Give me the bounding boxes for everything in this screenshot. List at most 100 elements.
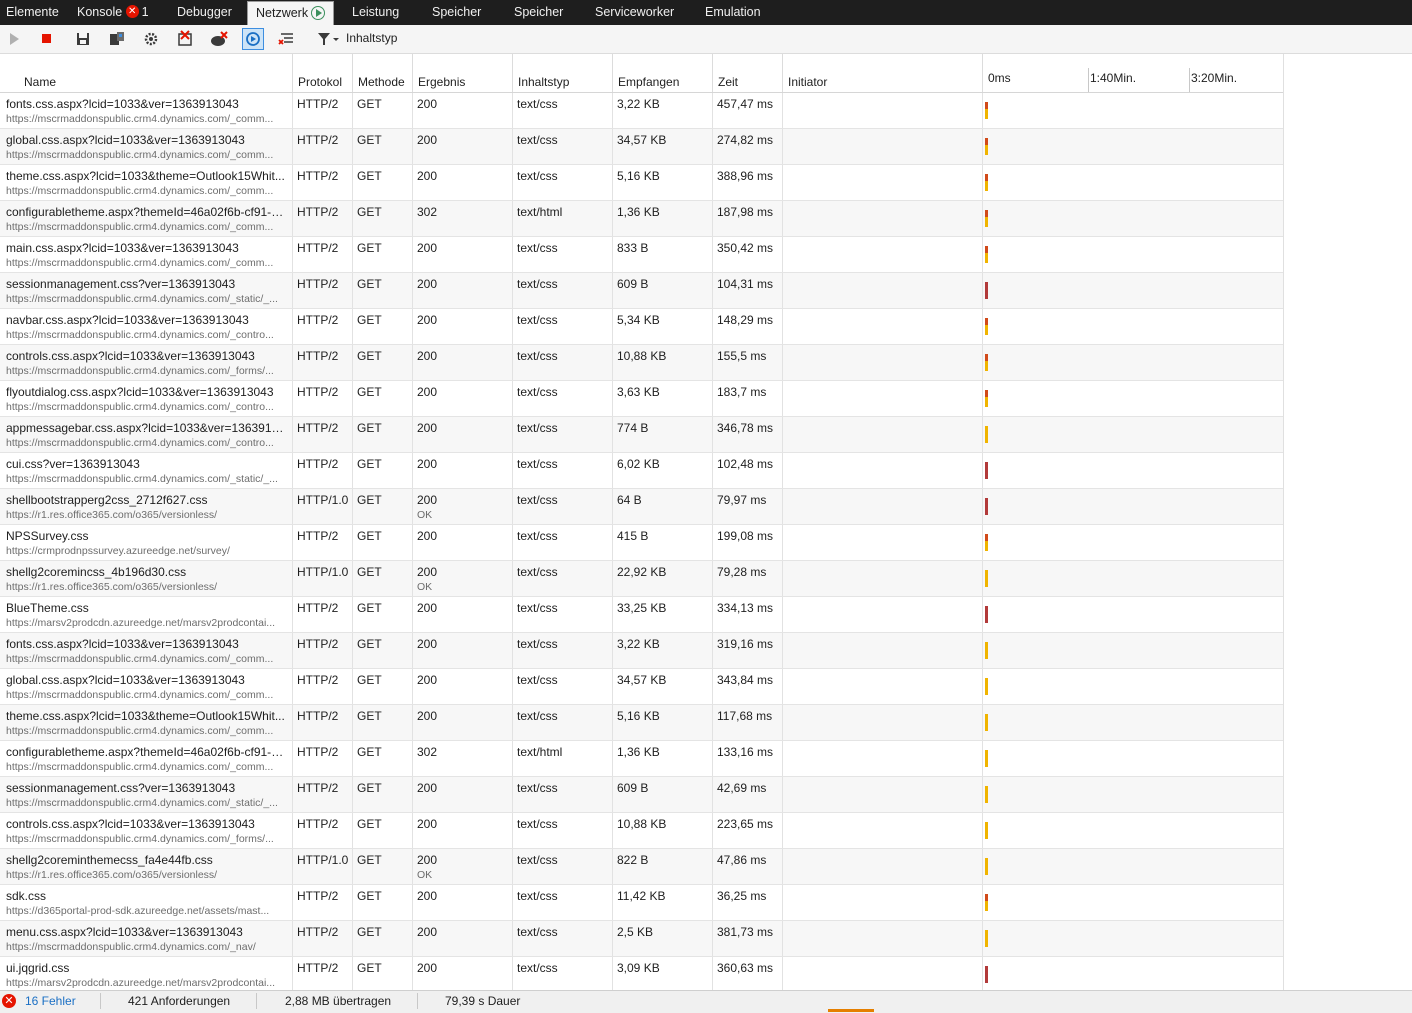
tab-leistung[interactable]: Leistung bbox=[352, 0, 399, 25]
column-header-name[interactable]: Name bbox=[0, 54, 293, 92]
table-row[interactable]: navbar.css.aspx?lcid=1033&ver=1363913043… bbox=[0, 309, 1283, 345]
table-row[interactable]: controls.css.aspx?lcid=1033&ver=13639130… bbox=[0, 813, 1283, 849]
request-name: NPSSurvey.css bbox=[6, 529, 89, 543]
table-row[interactable]: cui.css?ver=1363913043 https://mscrmaddon… bbox=[0, 453, 1283, 489]
error-count-link[interactable]: 16 Fehler bbox=[25, 994, 76, 1008]
status-code: 200 bbox=[417, 133, 438, 147]
filter-funnel-icon[interactable] bbox=[314, 28, 342, 50]
table-row[interactable]: sessionmanagement.css?ver=1363913043 http… bbox=[0, 777, 1283, 813]
cell-name: cui.css?ver=1363913043 https://mscrmaddon… bbox=[0, 453, 293, 488]
request-url: https://marsv2prodcdn.azureedge.net/mars… bbox=[6, 977, 276, 989]
cell-received: 10,88 KB bbox=[613, 813, 713, 848]
tab-netzwerk[interactable]: Netzwerk bbox=[247, 1, 335, 25]
request-name: ui.jqgrid.css bbox=[6, 961, 70, 975]
table-row[interactable]: configurabletheme.aspx?themeId=46a02f6b-… bbox=[0, 201, 1283, 237]
always-refresh-from-server-icon[interactable] bbox=[242, 28, 264, 50]
table-row[interactable]: BlueTheme.css https://marsv2prodcdn.azure… bbox=[0, 597, 1283, 633]
cell-timeline bbox=[983, 165, 1283, 200]
play-icon[interactable] bbox=[3, 28, 25, 50]
status-code: 200 bbox=[417, 493, 438, 507]
table-row[interactable]: ui.jqgrid.css https://marsv2prodcdn.azure… bbox=[0, 957, 1283, 990]
request-url: https://crmprodnpssurvey.azureedge.net/s… bbox=[6, 545, 230, 557]
cell-protocol: HTTP/2 bbox=[293, 669, 353, 704]
request-url: https://mscrmaddonspublic.crm4.dynamics.… bbox=[6, 653, 274, 665]
column-header-content-type[interactable]: Inhaltstyp bbox=[513, 54, 613, 92]
tab-konsole[interactable]: Konsole ✕ 1 bbox=[77, 0, 149, 25]
request-url: https://mscrmaddonspublic.crm4.dynamics.… bbox=[6, 149, 274, 161]
settings-gear-icon[interactable] bbox=[140, 28, 162, 50]
cell-initiator bbox=[783, 741, 983, 776]
column-header-received[interactable]: Empfangen bbox=[613, 54, 713, 92]
clear-cookies-icon[interactable] bbox=[208, 28, 230, 50]
tab-elemente[interactable]: Elemente bbox=[6, 0, 59, 25]
table-row[interactable]: global.css.aspx?lcid=1033&ver=1363913043… bbox=[0, 129, 1283, 165]
save-icon[interactable] bbox=[72, 28, 94, 50]
cell-content-type: text/css bbox=[513, 705, 613, 740]
table-row[interactable]: flyoutdialog.css.aspx?lcid=1033&ver=1363… bbox=[0, 381, 1283, 417]
column-header-result[interactable]: Ergebnis bbox=[413, 54, 513, 92]
table-row[interactable]: sessionmanagement.css?ver=1363913043 http… bbox=[0, 273, 1283, 309]
tab-speicher[interactable]: Speicher bbox=[432, 0, 481, 25]
clear-entries-icon[interactable] bbox=[174, 28, 196, 50]
column-header-timeline[interactable]: 0ms 1:40Min. 3:20Min. bbox=[983, 54, 1283, 92]
tab-emulation[interactable]: Emulation bbox=[705, 0, 761, 25]
tab-label: Speicher bbox=[432, 5, 482, 19]
request-name: fonts.css.aspx?lcid=1033&ver=1363913043 bbox=[6, 97, 239, 111]
table-row[interactable]: global.css.aspx?lcid=1033&ver=1363913043… bbox=[0, 669, 1283, 705]
request-name: controls.css.aspx?lcid=1033&ver=13639130… bbox=[6, 349, 255, 363]
cell-method: GET bbox=[353, 777, 413, 812]
cell-content-type: text/css bbox=[513, 417, 613, 452]
table-row[interactable]: theme.css.aspx?lcid=1033&theme=Outlook15… bbox=[0, 165, 1283, 201]
tab-serviceworker[interactable]: Serviceworker bbox=[595, 0, 674, 25]
cell-received: 5,34 KB bbox=[613, 309, 713, 344]
table-row[interactable]: controls.css.aspx?lcid=1033&ver=13639130… bbox=[0, 345, 1283, 381]
cell-method: GET bbox=[353, 309, 413, 344]
cell-time: 117,68 ms bbox=[713, 705, 783, 740]
status-code: 200 bbox=[417, 889, 438, 903]
cell-content-type: text/css bbox=[513, 597, 613, 632]
status-code: 302 bbox=[417, 745, 438, 759]
cell-initiator bbox=[783, 453, 983, 488]
status-code: 200 bbox=[417, 241, 438, 255]
cell-received: 64 B bbox=[613, 489, 713, 524]
column-header-initiator[interactable]: Initiator bbox=[783, 54, 983, 92]
table-row[interactable]: fonts.css.aspx?lcid=1033&ver=1363913043 h… bbox=[0, 633, 1283, 669]
clear-on-navigate-icon[interactable] bbox=[276, 28, 298, 50]
table-row[interactable]: NPSSurvey.css https://crmprodnpssurvey.az… bbox=[0, 525, 1283, 561]
timeline-bar bbox=[985, 678, 988, 695]
table-row[interactable]: menu.css.aspx?lcid=1033&ver=1363913043 ht… bbox=[0, 921, 1283, 957]
column-header-time[interactable]: Zeit bbox=[713, 54, 783, 92]
status-code: 200 bbox=[417, 637, 438, 651]
cell-protocol: HTTP/2 bbox=[293, 813, 353, 848]
cell-protocol: HTTP/2 bbox=[293, 741, 353, 776]
content-type-filter-label[interactable]: Inhaltstyp bbox=[346, 31, 397, 45]
table-row[interactable]: main.css.aspx?lcid=1033&ver=1363913043 ht… bbox=[0, 237, 1283, 273]
table-row[interactable]: sdk.css https://d365portal-prod-sdk.azure… bbox=[0, 885, 1283, 921]
cell-result: 200 bbox=[413, 309, 513, 344]
stop-icon[interactable] bbox=[36, 28, 58, 50]
cell-method: GET bbox=[353, 525, 413, 560]
request-count: 421 Anforderungen bbox=[128, 994, 231, 1008]
column-header-method[interactable]: Methode bbox=[353, 54, 413, 92]
tab-debugger[interactable]: Debugger bbox=[177, 0, 232, 25]
column-header-protocol[interactable]: Protokol bbox=[293, 54, 353, 92]
cell-received: 3,22 KB bbox=[613, 93, 713, 128]
cell-received: 5,16 KB bbox=[613, 705, 713, 740]
import-har-icon[interactable] bbox=[106, 28, 128, 50]
cell-protocol: HTTP/1.0 bbox=[293, 561, 353, 596]
table-row[interactable]: shellbootstrapperg2css_2712f627.css https… bbox=[0, 489, 1283, 525]
table-row[interactable]: configurabletheme.aspx?themeId=46a02f6b-… bbox=[0, 741, 1283, 777]
cell-method: GET bbox=[353, 489, 413, 524]
cell-result: 200 OK bbox=[413, 849, 513, 884]
cell-time: 346,78 ms bbox=[713, 417, 783, 452]
status-code: 200 bbox=[417, 97, 438, 111]
table-row[interactable]: fonts.css.aspx?lcid=1033&ver=1363913043 h… bbox=[0, 93, 1283, 129]
table-row[interactable]: shellg2coremincss_4b196d30.css https://r1… bbox=[0, 561, 1283, 597]
table-row[interactable]: theme.css.aspx?lcid=1033&theme=Outlook15… bbox=[0, 705, 1283, 741]
tab-speicher-2[interactable]: Speicher bbox=[514, 0, 563, 25]
table-row[interactable]: shellg2coreminthemecss_fa4e44fb.css https… bbox=[0, 849, 1283, 885]
table-row[interactable]: appmessagebar.css.aspx?lcid=1033&ver=136… bbox=[0, 417, 1283, 453]
status-code: 200 bbox=[417, 817, 438, 831]
cell-time: 381,73 ms bbox=[713, 921, 783, 956]
request-name: sessionmanagement.css?ver=1363913043 bbox=[6, 277, 236, 291]
